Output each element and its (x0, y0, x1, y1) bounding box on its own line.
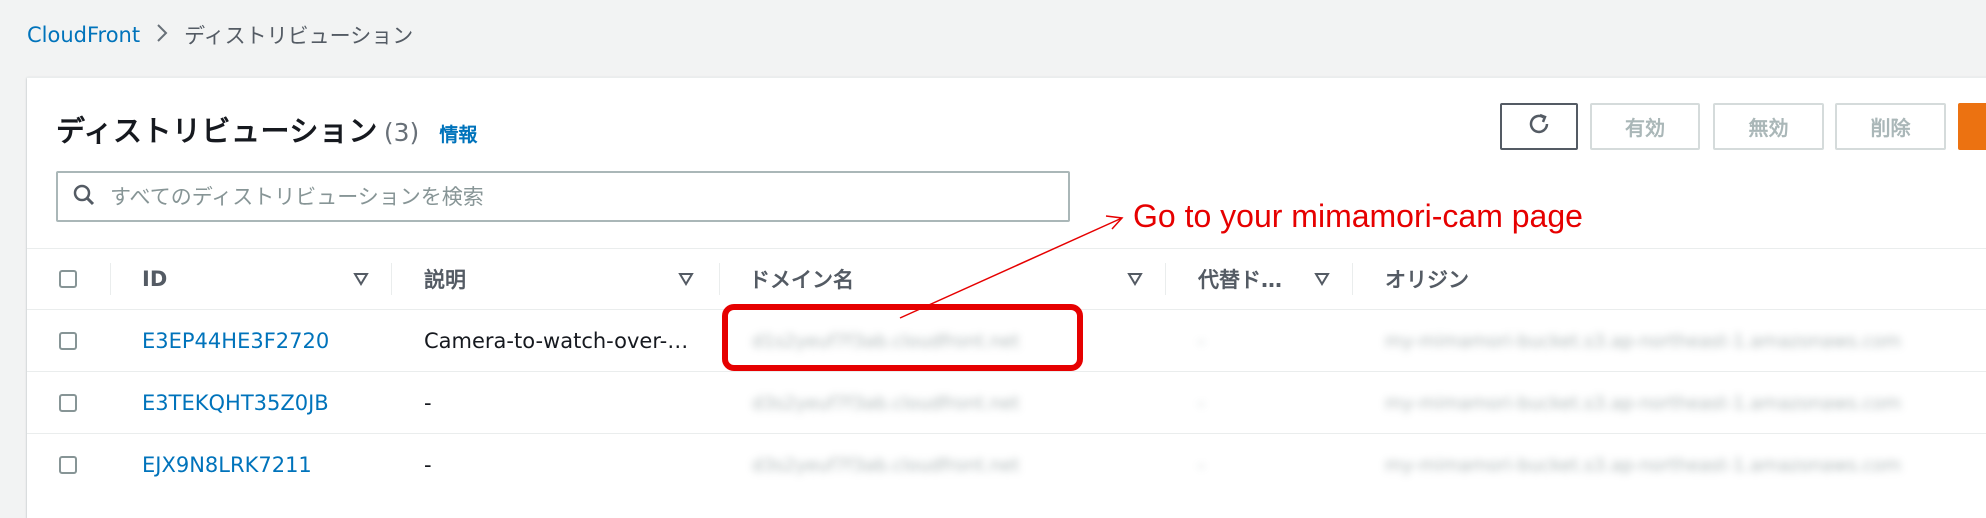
annotation-text: Go to your mimamori-cam page (1133, 198, 1583, 234)
annotation-arrow (899, 215, 1124, 319)
domain-highlight-box (722, 304, 1083, 371)
